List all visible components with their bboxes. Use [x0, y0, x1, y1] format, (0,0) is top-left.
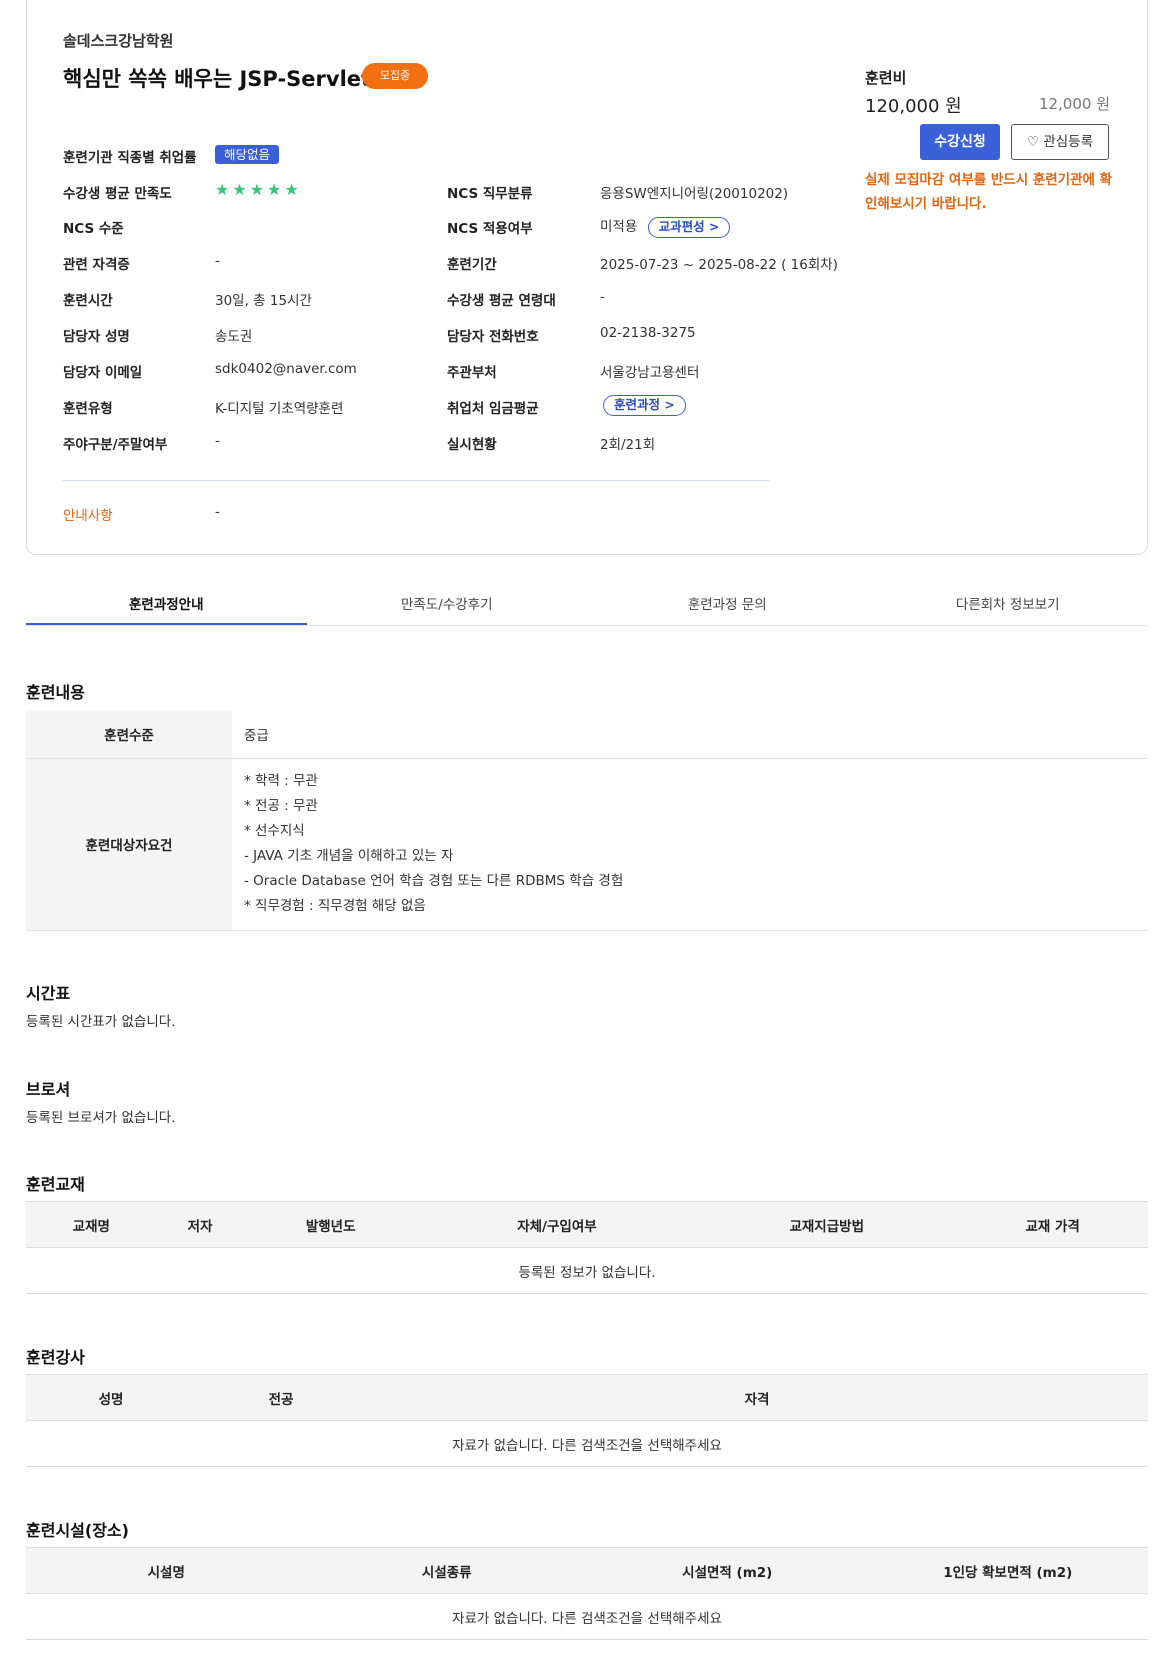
apply-button[interactable]: 수강신청 [920, 124, 1000, 160]
status-value: 2회/21회 [600, 437, 656, 453]
target-line: * 학력 : 무관 [244, 773, 318, 789]
rating-stars-icon: ★★★★★ [215, 180, 302, 199]
hours-value: 30일, 총 15시간 [215, 293, 312, 309]
course-title: 핵심만 쏙쏙 배우는 JSP-Servlet [63, 67, 372, 91]
notice-value: - [215, 504, 220, 520]
type-label: 훈련유형 [63, 401, 113, 417]
tab-bar: 훈련과정안내 만족도/수강후기 훈련과정 문의 다른회차 정보보기 [26, 586, 1148, 626]
email-value: sdk0402@naver.com [215, 361, 357, 377]
target-requirements: * 학력 : 무관 * 전공 : 무관 * 선수지식 - JAVA 기초 개념을… [232, 758, 1148, 931]
target-line: * 선수지식 [244, 823, 305, 839]
textbook-table: 교재명 저자 발행년도 자체/구입여부 교재지급방법 교재 가격 등록된 정보가… [26, 1201, 1148, 1294]
age-value: - [600, 289, 605, 305]
employment-rate-label: 훈련기관 직종별 취업률 [63, 150, 197, 166]
col-textbook-name: 교재명 [26, 1201, 157, 1248]
col-own-purchase: 자체/구입여부 [417, 1201, 697, 1248]
dept-value: 서울강남고용센터 [600, 365, 700, 381]
col-qualification: 자격 [366, 1374, 1148, 1421]
dept-label: 주관부처 [447, 365, 497, 381]
curriculum-link[interactable]: 교과편성 > [647, 216, 731, 238]
col-facility-type: 시설종류 [306, 1547, 587, 1594]
instructor-empty: 자료가 없습니다. 다른 검색조건을 선택해주세요 [26, 1420, 1148, 1467]
tab-other-sessions[interactable]: 다른회차 정보보기 [868, 586, 1149, 625]
type-value: K-디지털 기초역량훈련 [215, 401, 344, 417]
instructor-table: 성명 전공 자격 자료가 없습니다. 다른 검색조건을 선택해주세요 [26, 1374, 1148, 1467]
tab-reviews[interactable]: 만족도/수강후기 [307, 586, 588, 625]
ncs-job-value: 응용SW엔지니어링(20010202) [600, 186, 789, 202]
target-line: - JAVA 기초 개념을 이해하고 있는 자 [244, 848, 454, 864]
cert-value: - [215, 253, 220, 269]
fee-label: 훈련비 [865, 69, 907, 87]
age-label: 수강생 평균 연령대 [447, 293, 556, 309]
divider [63, 480, 769, 481]
level-value: 중급 [232, 711, 1148, 759]
facility-heading: 훈련시설(장소) [26, 1521, 129, 1540]
daynight-label: 주야구분/주말여부 [63, 437, 168, 453]
hours-label: 훈련시간 [63, 293, 113, 309]
ncs-apply-value: 미적용 교과편성 > [600, 215, 731, 238]
period-label: 훈련기간 [447, 257, 497, 273]
notice-label: 안내사항 [63, 508, 113, 524]
status-label: 실시현황 [447, 437, 497, 453]
col-name: 성명 [26, 1374, 196, 1421]
phone-value: 02-2138-3275 [600, 325, 696, 341]
wage-value: 훈련과정 > [603, 395, 686, 416]
col-price: 교재 가격 [957, 1201, 1148, 1248]
favorite-button[interactable]: ♡ 관심등록 [1011, 124, 1109, 160]
timetable-empty: 등록된 시간표가 없습니다. [26, 1014, 176, 1030]
col-facility-name: 시설명 [26, 1547, 307, 1594]
target-line: * 전공 : 무관 [244, 798, 318, 814]
content-table: 훈련수준 중급 훈련대상자요건 * 학력 : 무관 * 전공 : 무관 * 선수… [26, 711, 1148, 931]
col-major: 전공 [196, 1374, 366, 1421]
content-heading: 훈련내용 [26, 683, 85, 702]
tab-inquiry[interactable]: 훈련과정 문의 [587, 586, 868, 625]
course-summary-card: 솔데스크강남학원 핵심만 쏙쏙 배우는 JSP-Servlet 모집중 훈련기관… [26, 0, 1148, 555]
instructor-heading: 훈련강사 [26, 1348, 85, 1367]
brochure-empty: 등록된 브로셔가 없습니다. [26, 1110, 176, 1126]
cert-label: 관련 자격증 [63, 257, 130, 273]
ncs-level-label: NCS 수준 [63, 221, 124, 237]
manager-value: 송도권 [215, 329, 253, 345]
status-badge: 모집중 [362, 63, 428, 89]
fee-main: 120,000 원 [865, 96, 962, 117]
employment-rate-badge: 해당없음 [215, 145, 280, 164]
wage-label: 취업처 임금평균 [447, 401, 539, 417]
ncs-apply-label: NCS 적용여부 [447, 221, 533, 237]
timetable-heading: 시간표 [26, 984, 71, 1003]
wage-course-link[interactable]: 훈련과정 > [603, 395, 686, 416]
ncs-job-label: NCS 직무분류 [447, 186, 533, 202]
target-label: 훈련대상자요건 [26, 758, 232, 931]
fee-notice: 실제 모집마감 여부를 반드시 훈련기관에 확인해보시기 바랍니다. [865, 172, 1113, 212]
textbook-empty: 등록된 정보가 없습니다. [26, 1247, 1148, 1294]
textbook-heading: 훈련교재 [26, 1175, 85, 1194]
ncs-apply-text: 미적용 [600, 219, 638, 235]
daynight-value: - [215, 433, 220, 449]
level-label: 훈련수준 [26, 711, 232, 759]
col-area-per-person: 1인당 확보면적 (m2) [867, 1547, 1148, 1594]
tab-course-info[interactable]: 훈련과정안내 [26, 586, 307, 625]
col-author: 저자 [156, 1201, 244, 1248]
fee-sub: 12,000 원 [1038, 95, 1110, 113]
col-year: 발행년도 [243, 1201, 418, 1248]
target-line: - Oracle Database 언어 학습 경험 또는 다른 RDBMS 학… [244, 873, 624, 889]
period-value: 2025-07-23 ~ 2025-08-22 ( 16회차) [600, 257, 838, 273]
email-label: 담당자 이메일 [63, 365, 143, 381]
manager-label: 담당자 성명 [63, 329, 130, 345]
col-supply-method: 교재지급방법 [696, 1201, 958, 1248]
target-line: * 직무경험 : 직무경험 해당 없음 [244, 898, 426, 914]
col-facility-area: 시설면적 (m2) [587, 1547, 868, 1594]
facility-empty: 자료가 없습니다. 다른 검색조건을 선택해주세요 [26, 1593, 1148, 1640]
satisfaction-label: 수강생 평균 만족도 [63, 186, 172, 202]
phone-label: 담당자 전화번호 [447, 329, 539, 345]
org-name: 솔데스크강남학원 [63, 32, 174, 50]
facility-table: 시설명 시설종류 시설면적 (m2) 1인당 확보면적 (m2) 자료가 없습니… [26, 1547, 1148, 1640]
brochure-heading: 브로셔 [26, 1080, 71, 1099]
